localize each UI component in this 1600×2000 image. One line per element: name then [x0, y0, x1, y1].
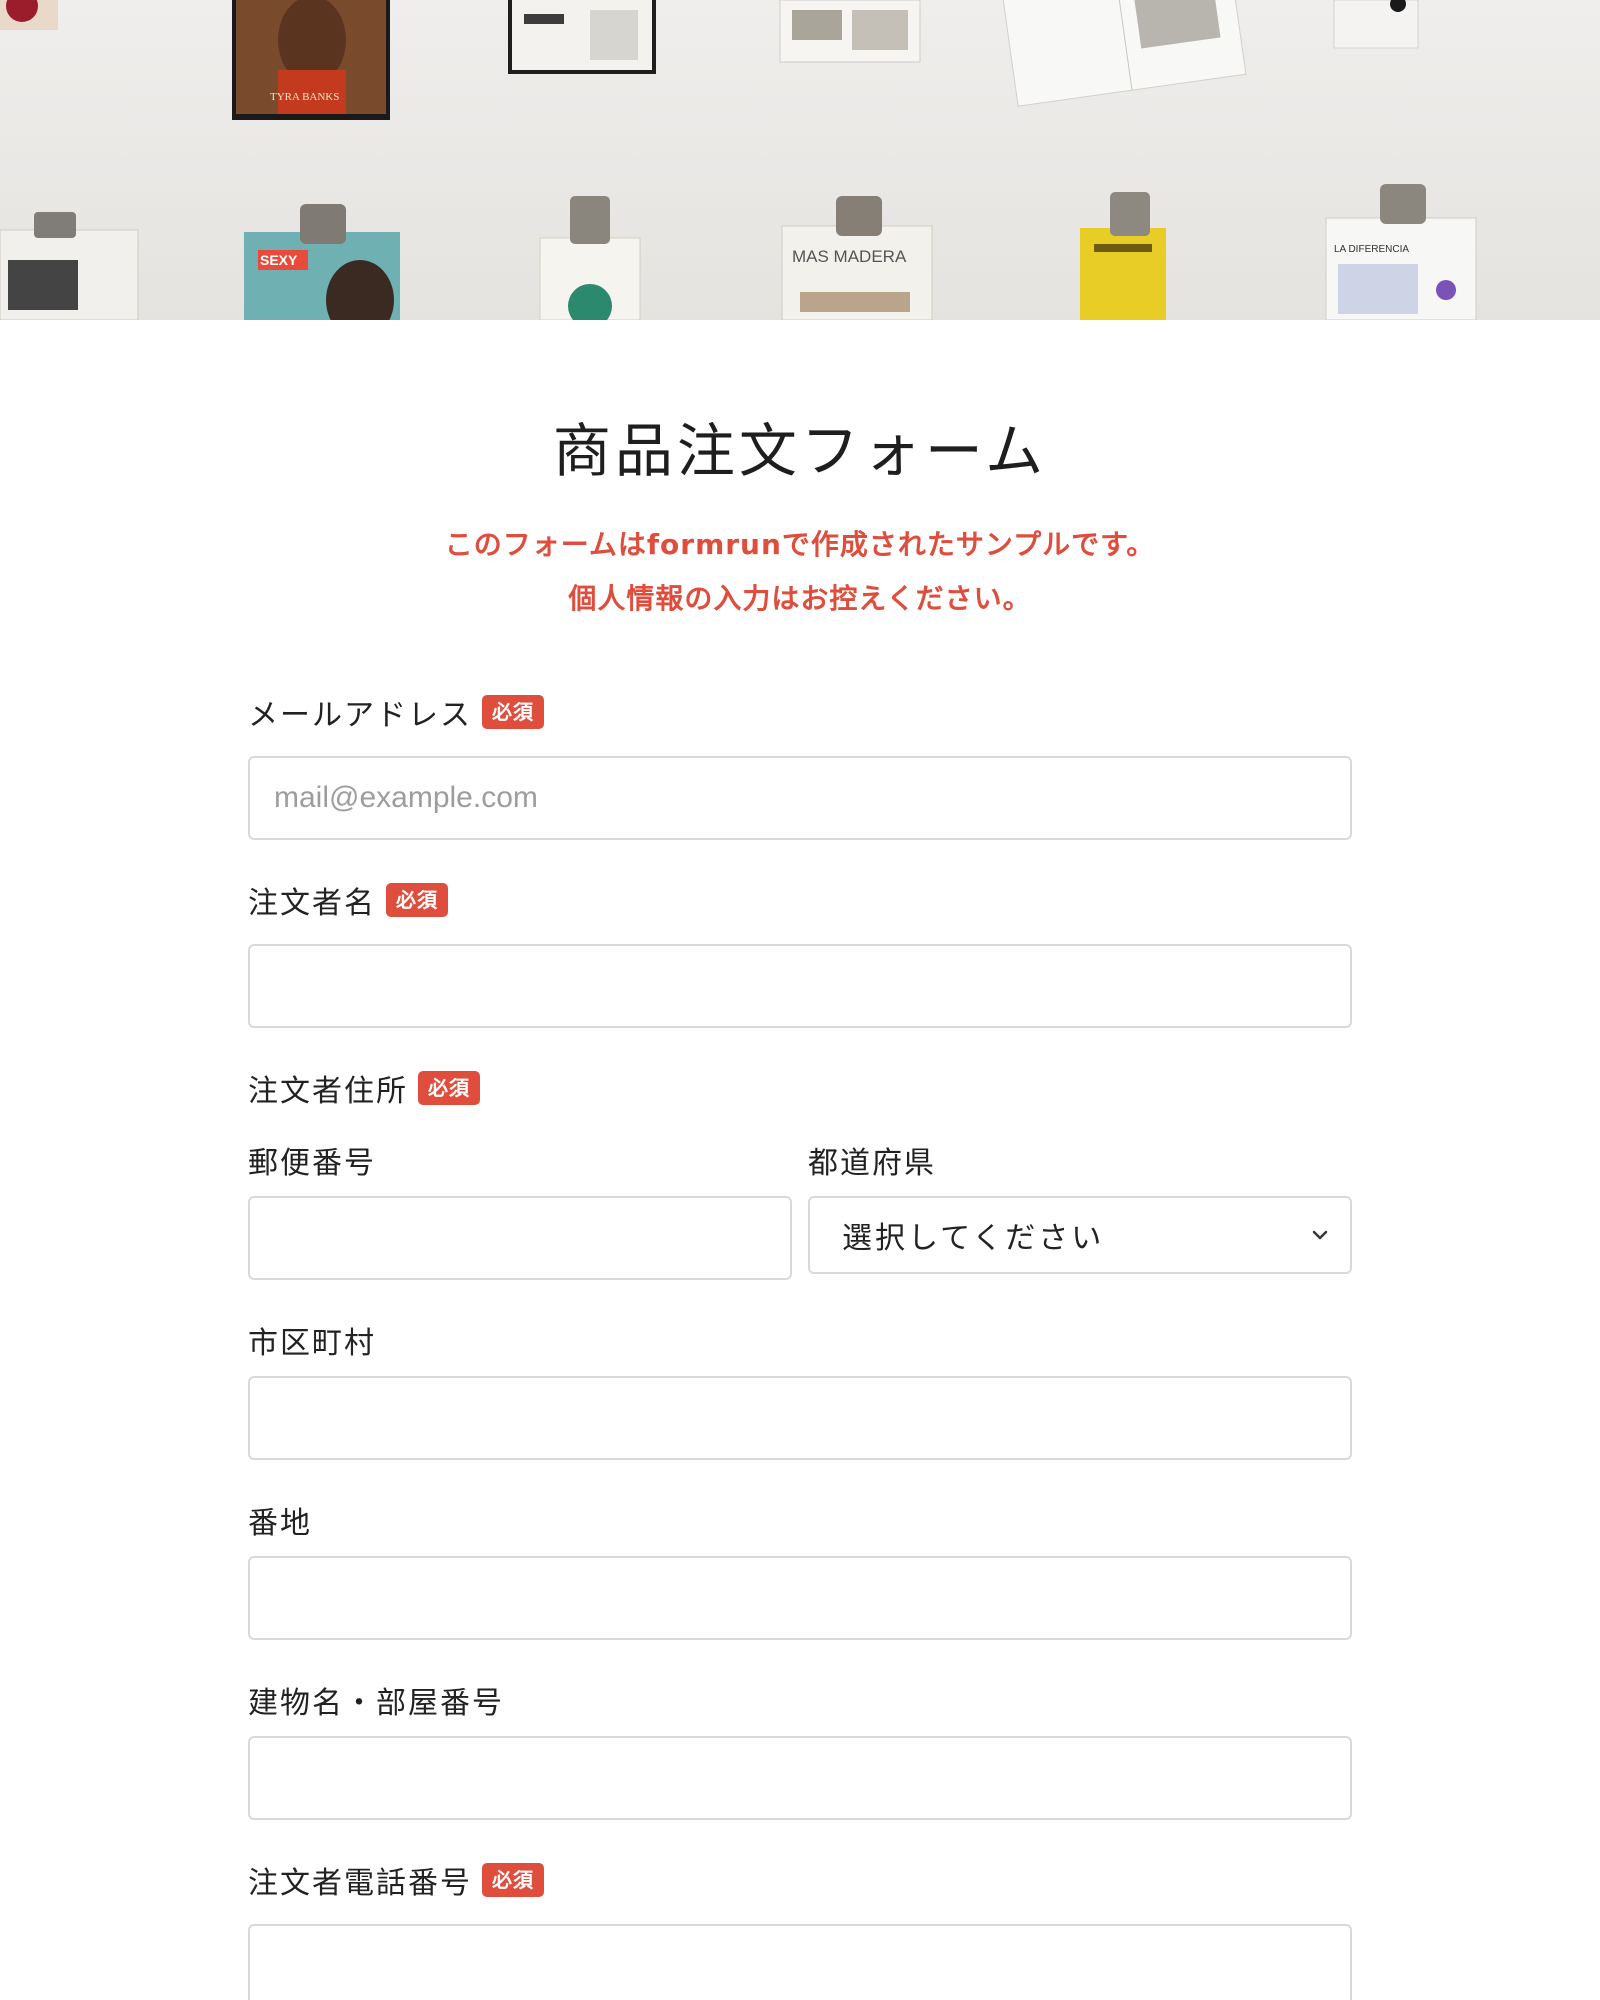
email-label-text: メールアドレス: [248, 698, 472, 733]
chevron-down-icon: [1312, 1230, 1328, 1240]
phone-label: 注文者電話番号 必須: [248, 1858, 544, 1902]
prefecture-select[interactable]: 選択してください: [808, 1196, 1352, 1274]
magazine-top-1: [0, 0, 58, 30]
form-container: 商品注文フォーム このフォームはformrunで作成されたサンプルです。 個人情…: [248, 320, 1352, 626]
name-label: 注文者名 必須: [248, 878, 448, 922]
hero-banner: TYRA BANKS SEXY MAS MADERA LA DIFERENCIA: [0, 0, 1600, 320]
magazine-top-6: [1333, 0, 1419, 49]
required-badge: 必須: [482, 1863, 544, 1897]
phone-label-text: 注文者電話番号: [248, 1866, 472, 1901]
street-label-text: 番地: [248, 1506, 312, 1541]
svg-text:TYRA BANKS: TYRA BANKS: [270, 91, 339, 103]
required-badge: 必須: [482, 695, 544, 729]
name-input[interactable]: [248, 944, 1352, 1028]
magazine-top-3: [508, 0, 656, 74]
svg-text:MAS MADERA: MAS MADERA: [792, 247, 907, 266]
name-label-text: 注文者名: [248, 886, 376, 921]
street-label: 番地: [248, 1498, 312, 1542]
magazine-top-4: [779, 0, 921, 63]
city-label: 市区町村: [248, 1318, 376, 1362]
zip-label-text: 郵便番号: [248, 1146, 376, 1181]
building-label: 建物名・部屋番号: [248, 1678, 504, 1722]
hero-photo-magazines: TYRA BANKS SEXY MAS MADERA LA DIFERENCIA: [0, 0, 1600, 320]
email-label: メールアドレス 必須: [248, 690, 544, 734]
zip-label: 郵便番号: [248, 1138, 376, 1182]
building-label-text: 建物名・部屋番号: [248, 1686, 504, 1721]
address-label-text: 注文者住所: [248, 1074, 408, 1109]
prefecture-label-text: 都道府県: [808, 1146, 936, 1181]
street-input[interactable]: [248, 1556, 1352, 1640]
prefecture-select-value: 選択してください: [842, 1221, 1105, 1256]
form-title: 商品注文フォーム: [552, 417, 1048, 485]
phone-input[interactable]: [248, 1924, 1352, 2000]
city-input[interactable]: [248, 1376, 1352, 1460]
address-label: 注文者住所 必須: [248, 1066, 480, 1110]
email-input[interactable]: [248, 756, 1352, 840]
svg-text:LA DIFERENCIA: LA DIFERENCIA: [1334, 244, 1409, 255]
notice-line-2: 個人情報の入力はお控えください。: [568, 581, 1032, 615]
zip-input[interactable]: [248, 1196, 792, 1280]
building-input[interactable]: [248, 1736, 1352, 1820]
city-label-text: 市区町村: [248, 1326, 376, 1361]
svg-text:SEXY: SEXY: [260, 252, 298, 268]
sample-notice: このフォームはformrunで作成されたサンプルです。 個人情報の入力はお控えく…: [248, 518, 1352, 626]
notice-line-1: このフォームはformrunで作成されたサンプルです。: [444, 527, 1156, 561]
required-badge: 必須: [418, 1071, 480, 1105]
required-badge: 必須: [386, 883, 448, 917]
magazine-top-tyra: TYRA BANKS: [232, 0, 390, 120]
prefecture-label: 都道府県: [808, 1138, 936, 1182]
